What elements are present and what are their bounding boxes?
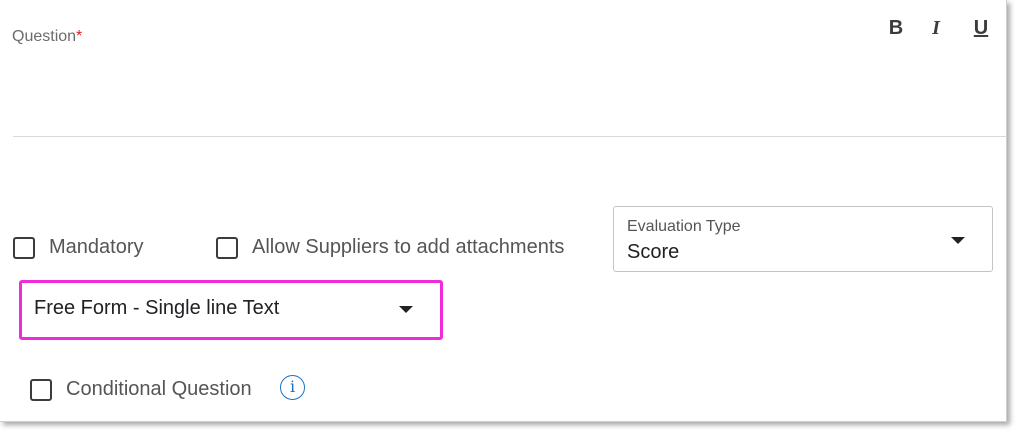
allow-attachments-checkbox-box[interactable]: [216, 236, 238, 259]
caret-down-icon: [399, 306, 413, 313]
question-type-select[interactable]: Free Form - Single line Text: [22, 283, 440, 337]
evaluation-type-label: Evaluation Type: [627, 218, 741, 235]
conditional-question-checkbox-box[interactable]: [30, 378, 52, 401]
question-card: Question* B I U Mandatory Allow Supplier…: [0, 0, 1007, 422]
info-icon[interactable]: i: [280, 375, 305, 400]
question-editor-underline: [13, 136, 1007, 137]
italic-button[interactable]: I: [926, 16, 946, 40]
question-label-text: Question: [12, 28, 77, 45]
conditional-question-checkbox[interactable]: Conditional Question: [30, 378, 252, 401]
required-marker: *: [76, 28, 83, 45]
conditional-question-label: Conditional Question: [66, 378, 252, 400]
allow-attachments-checkbox[interactable]: Allow Suppliers to add attachments: [216, 236, 564, 259]
mandatory-label: Mandatory: [49, 236, 144, 258]
question-type-value: Free Form - Single line Text: [34, 297, 280, 319]
underline-button[interactable]: U: [971, 16, 991, 40]
bold-button[interactable]: B: [886, 16, 906, 40]
mandatory-checkbox[interactable]: Mandatory: [13, 236, 144, 259]
evaluation-type-value: Score: [627, 241, 680, 263]
evaluation-type-select[interactable]: Evaluation Type Score: [613, 206, 993, 272]
caret-down-icon: [951, 237, 965, 244]
question-label: Question*: [12, 28, 82, 46]
mandatory-checkbox-box[interactable]: [13, 236, 35, 259]
allow-attachments-label: Allow Suppliers to add attachments: [252, 236, 565, 258]
